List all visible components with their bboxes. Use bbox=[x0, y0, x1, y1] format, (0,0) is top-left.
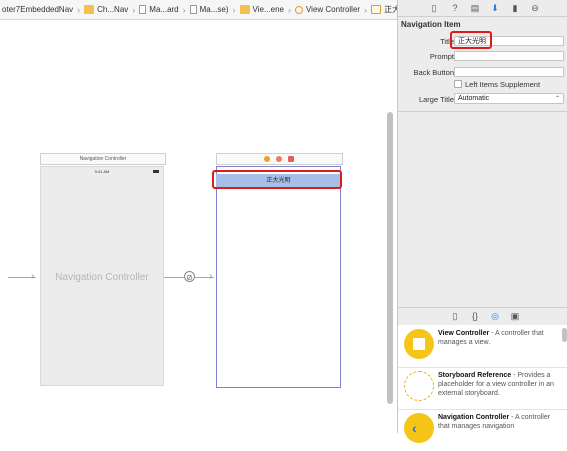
left-items-supplement-label: Left Items Supplement bbox=[465, 80, 541, 89]
storyboard-file-icon bbox=[189, 5, 197, 14]
library-scrollbar[interactable] bbox=[562, 328, 567, 342]
back-button-field[interactable] bbox=[454, 67, 564, 77]
storyboard-reference-icon bbox=[404, 371, 434, 401]
jump-bar: oter7EmbeddedNav › Ch...Nav › Ma...ard ›… bbox=[0, 0, 397, 20]
breadcrumb-separator-icon: › bbox=[232, 4, 236, 15]
view-controller-dock-icon[interactable] bbox=[264, 156, 270, 162]
canvas-scrollbar[interactable] bbox=[387, 112, 393, 404]
breadcrumb-separator-icon: › bbox=[182, 4, 186, 15]
library-tabs: ▯ {} ◎ ▣ bbox=[398, 307, 567, 326]
library-item-name: Storyboard Reference bbox=[438, 372, 512, 379]
navigation-controller-scene[interactable]: 9:41 AM Navigation Controller bbox=[40, 166, 164, 386]
inspector-tabs: ▯ ? ▤ ⬇ ▮ ⊖ bbox=[398, 0, 567, 17]
back-button-label: Back Button bbox=[413, 68, 454, 77]
navbar-highlight bbox=[212, 170, 342, 189]
nav-scene-label-text: Navigation Controller bbox=[79, 156, 127, 162]
library-item-view-controller[interactable]: View Controller - A controller that mana… bbox=[398, 325, 567, 368]
attributes-inspector-icon[interactable]: ⬇ bbox=[490, 3, 500, 13]
left-items-supplement-checkbox[interactable] bbox=[454, 80, 462, 88]
breadcrumb-group[interactable]: Ch...Nav bbox=[82, 5, 130, 14]
file-template-library-icon[interactable]: ▯ bbox=[450, 311, 460, 321]
library-item-storyboard-reference[interactable]: Storyboard Reference - Provides a placeh… bbox=[398, 367, 567, 410]
view-controller-scene[interactable] bbox=[216, 166, 341, 388]
identity-inspector-icon[interactable]: ▤ bbox=[470, 3, 480, 13]
media-library-icon[interactable]: ▣ bbox=[510, 311, 520, 321]
vc-scene-dock[interactable] bbox=[216, 153, 343, 165]
breadcrumb-view-controller[interactable]: View Controller bbox=[293, 5, 362, 14]
connections-inspector-icon[interactable]: ⊖ bbox=[530, 3, 540, 13]
breadcrumb-separator-icon: › bbox=[132, 4, 136, 15]
title-field-highlight bbox=[450, 31, 492, 49]
breadcrumb-storyboard-base[interactable]: Ma...se) bbox=[188, 5, 231, 14]
breadcrumb-label: Ch...Nav bbox=[97, 5, 129, 14]
status-time: 9:41 AM bbox=[94, 169, 110, 174]
breadcrumb-label: oter7EmbeddedNav bbox=[2, 5, 74, 14]
arrow-head-icon: › bbox=[209, 271, 213, 282]
section-divider bbox=[398, 111, 567, 112]
object-library-list: View Controller - A controller that mana… bbox=[398, 325, 567, 443]
large-title-value: Automatic bbox=[458, 95, 490, 102]
breadcrumb-separator-icon: › bbox=[77, 4, 81, 15]
navigation-item-icon bbox=[371, 5, 382, 14]
exit-icon[interactable] bbox=[288, 156, 294, 162]
code-snippet-library-icon[interactable]: {} bbox=[470, 311, 480, 321]
chevron-updown-icon: ⌃ bbox=[554, 96, 560, 102]
nav-scene-title: Navigation Controller bbox=[55, 272, 149, 283]
section-title: Navigation Item bbox=[401, 20, 461, 29]
battery-icon bbox=[153, 170, 159, 173]
breadcrumb-separator-icon: › bbox=[364, 4, 368, 15]
breadcrumb-label: Vie...ene bbox=[252, 5, 284, 14]
size-inspector-icon[interactable]: ▮ bbox=[510, 3, 520, 13]
first-responder-icon[interactable] bbox=[276, 156, 282, 162]
library-item-text: Storyboard Reference - Provides a placeh… bbox=[438, 371, 562, 398]
breadcrumb-label: View Controller bbox=[305, 5, 361, 14]
breadcrumb-label: Ma...ard bbox=[149, 5, 179, 14]
breadcrumb-navigation-item[interactable]: 正大光明 bbox=[369, 4, 397, 15]
breadcrumb-separator-icon: › bbox=[287, 4, 291, 15]
segue-icon[interactable]: ⊘ bbox=[184, 271, 195, 282]
view-controller-icon bbox=[294, 5, 303, 14]
arrow-head-icon: › bbox=[31, 271, 35, 282]
nav-scene-label[interactable]: Navigation Controller bbox=[40, 153, 166, 165]
library-item-name: View Controller bbox=[438, 330, 490, 337]
quick-help-icon[interactable]: ? bbox=[450, 3, 460, 13]
folder-icon bbox=[84, 5, 95, 14]
view-controller-icon bbox=[404, 329, 434, 359]
breadcrumb-label: 正大光明 bbox=[384, 5, 397, 14]
scene-folder-icon bbox=[239, 5, 250, 14]
large-title-label: Large Title bbox=[418, 95, 454, 104]
library-item-text: View Controller - A controller that mana… bbox=[438, 329, 562, 347]
prompt-label: Prompt bbox=[429, 52, 454, 61]
object-library-icon[interactable]: ◎ bbox=[490, 311, 500, 321]
navigation-controller-icon: ‹ bbox=[404, 413, 434, 443]
storyboard-file-icon bbox=[139, 5, 147, 14]
breadcrumb-scene[interactable]: Vie...ene bbox=[238, 5, 286, 14]
breadcrumb-label: Ma...se) bbox=[199, 5, 229, 14]
status-bar: 9:41 AM bbox=[41, 167, 163, 176]
breadcrumb-storyboard[interactable]: Ma...ard bbox=[137, 5, 180, 14]
library-item-text: Navigation Controller - A controller tha… bbox=[438, 413, 562, 431]
inspector-panel: ▯ ? ▤ ⬇ ▮ ⊖ Navigation Item Title 正大光明 P… bbox=[397, 0, 567, 443]
library-item-navigation-controller[interactable]: ‹ Navigation Controller - A controller t… bbox=[398, 409, 567, 451]
prompt-field[interactable] bbox=[454, 51, 564, 61]
library-item-name: Navigation Controller bbox=[438, 414, 510, 421]
title-label: Title bbox=[440, 37, 454, 46]
file-inspector-icon[interactable]: ▯ bbox=[429, 3, 439, 13]
large-title-select[interactable]: Automatic ⌃ bbox=[454, 93, 564, 104]
breadcrumb-project[interactable]: oter7EmbeddedNav bbox=[0, 5, 75, 14]
